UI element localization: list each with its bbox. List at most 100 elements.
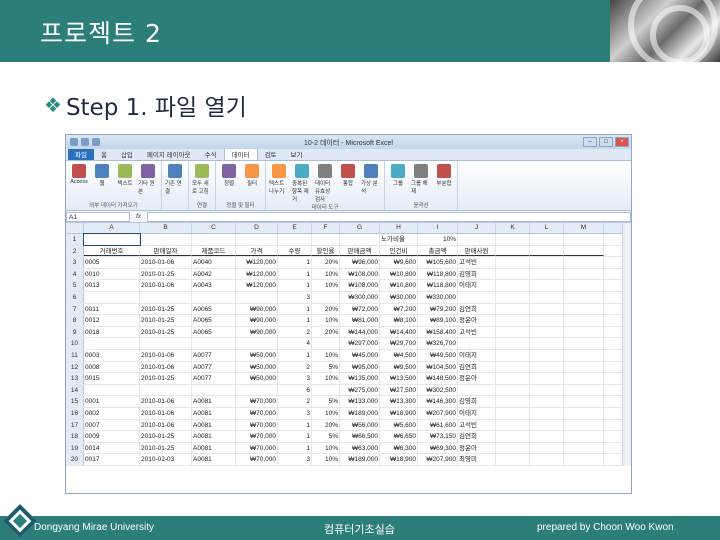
table-cell[interactable] [192, 384, 236, 396]
row-header[interactable]: 20 [66, 454, 84, 465]
table-cell[interactable]: A0081 [192, 407, 236, 419]
table-cell[interactable] [530, 373, 564, 384]
table-cell[interactable]: A0077 [192, 361, 236, 373]
table-cell[interactable]: 2010-01-25 [140, 303, 192, 315]
table-cell[interactable]: 판매일자 [140, 245, 192, 257]
table-cell[interactable] [530, 268, 564, 280]
table-cell[interactable]: 정윤아 [458, 373, 496, 384]
table-cell[interactable] [530, 257, 564, 268]
table-cell[interactable] [496, 373, 530, 384]
table-cell[interactable]: 고석빈 [458, 419, 496, 431]
table-cell[interactable]: ₩207,900 [418, 454, 458, 465]
table-cell[interactable]: 2010-01-25 [140, 431, 192, 442]
table-cell[interactable]: ₩81,000 [340, 315, 380, 326]
table-cell[interactable]: ₩120,000 [236, 268, 278, 280]
table-cell[interactable]: A0065 [192, 315, 236, 326]
table-cell[interactable]: 최영미 [458, 454, 496, 465]
table-cell[interactable]: ₩105,600 [418, 257, 458, 268]
column-header-b[interactable]: B [140, 223, 192, 233]
table-cell[interactable]: ₩120,000 [236, 257, 278, 268]
ribbon-button[interactable]: 기타 원본 [138, 164, 158, 195]
table-cell[interactable] [192, 234, 236, 245]
table-cell[interactable]: 김연희 [458, 303, 496, 315]
table-cell[interactable] [496, 268, 530, 280]
table-cell[interactable] [530, 407, 564, 419]
table-cell[interactable]: 0003 [84, 349, 140, 361]
table-cell[interactable] [564, 454, 604, 465]
table-cell[interactable]: A0077 [192, 349, 236, 361]
table-cell[interactable]: ₩30,000 [380, 291, 418, 303]
table-cell[interactable]: 2 [278, 326, 312, 338]
table-cell[interactable] [458, 338, 496, 349]
table-cell[interactable]: 고석빈 [458, 257, 496, 268]
ribbon-button[interactable]: 필터 [242, 164, 262, 187]
table-cell[interactable]: ₩297,000 [340, 338, 380, 349]
table-cell[interactable]: 0014 [84, 442, 140, 454]
table-cell[interactable]: ₩146,300 [418, 396, 458, 407]
table-cell[interactable]: ₩49,500 [418, 349, 458, 361]
table-cell[interactable] [496, 431, 530, 442]
table-cell[interactable]: ₩330,000 [418, 291, 458, 303]
table-cell[interactable]: ₩5,600 [380, 419, 418, 431]
table-cell[interactable]: ₩50,000 [236, 349, 278, 361]
table-cell[interactable]: 2 [278, 361, 312, 373]
table-cell[interactable]: ₩10,800 [380, 268, 418, 280]
table-cell[interactable]: 0013 [84, 280, 140, 291]
table-cell[interactable]: ₩27,500 [380, 384, 418, 396]
table-cell[interactable]: ₩13,300 [380, 396, 418, 407]
tab-7[interactable]: 보기 [283, 148, 309, 160]
table-cell[interactable]: ₩66,500 [340, 431, 380, 442]
table-cell[interactable]: ₩144,000 [340, 326, 380, 338]
table-cell[interactable] [312, 338, 340, 349]
table-cell[interactable]: ₩275,000 [340, 384, 380, 396]
tab-2[interactable]: 삽입 [114, 148, 140, 160]
table-cell[interactable]: ₩6,300 [380, 442, 418, 454]
table-cell[interactable]: A0081 [192, 419, 236, 431]
ribbon-button[interactable]: 텍스트 나누기 [269, 164, 289, 203]
table-cell[interactable]: 3 [278, 291, 312, 303]
table-cell[interactable]: ₩29,700 [380, 338, 418, 349]
table-cell[interactable]: ₩118,800 [418, 268, 458, 280]
table-cell[interactable]: ₩300,000 [340, 291, 380, 303]
table-cell[interactable] [564, 326, 604, 338]
table-cell[interactable]: 2010-01-06 [140, 419, 192, 431]
table-cell[interactable]: 10% [312, 442, 340, 454]
row-header[interactable]: 15 [66, 396, 84, 407]
table-cell[interactable] [564, 419, 604, 431]
table-cell[interactable]: ₩189,000 [340, 407, 380, 419]
table-cell[interactable] [564, 349, 604, 361]
table-cell[interactable]: ₩4,500 [380, 349, 418, 361]
table-cell[interactable]: ₩69,300 [418, 442, 458, 454]
table-cell[interactable]: 1 [278, 280, 312, 291]
table-cell[interactable] [530, 315, 564, 326]
table-cell[interactable]: 노가비율 [380, 234, 418, 245]
table-cell[interactable]: 김연희 [458, 431, 496, 442]
table-cell[interactable] [458, 384, 496, 396]
table-cell[interactable] [236, 338, 278, 349]
row-header[interactable]: 17 [66, 419, 84, 431]
table-cell[interactable]: 20% [312, 326, 340, 338]
close-icon[interactable]: × [615, 137, 629, 147]
table-cell[interactable]: 3 [278, 407, 312, 419]
table-cell[interactable]: 1 [278, 419, 312, 431]
table-cell[interactable]: ₩70,000 [236, 454, 278, 465]
table-cell[interactable]: 가격 [236, 245, 278, 257]
table-cell[interactable]: 1 [278, 442, 312, 454]
table-cell[interactable]: A0077 [192, 373, 236, 384]
table-cell[interactable] [496, 407, 530, 419]
table-cell[interactable] [312, 234, 340, 245]
table-cell[interactable] [140, 234, 192, 245]
table-cell[interactable] [496, 326, 530, 338]
table-cell[interactable] [236, 384, 278, 396]
row-header[interactable]: 11 [66, 349, 84, 361]
table-cell[interactable]: ₩108,000 [340, 268, 380, 280]
table-cell[interactable] [564, 384, 604, 396]
table-cell[interactable] [496, 442, 530, 454]
ribbon-button[interactable]: 웹 [92, 164, 112, 195]
table-cell[interactable] [564, 257, 604, 268]
table-cell[interactable] [192, 338, 236, 349]
table-cell[interactable]: 김영희 [458, 396, 496, 407]
table-cell[interactable]: ₩90,000 [236, 315, 278, 326]
row-header[interactable]: 16 [66, 407, 84, 419]
table-cell[interactable] [236, 291, 278, 303]
